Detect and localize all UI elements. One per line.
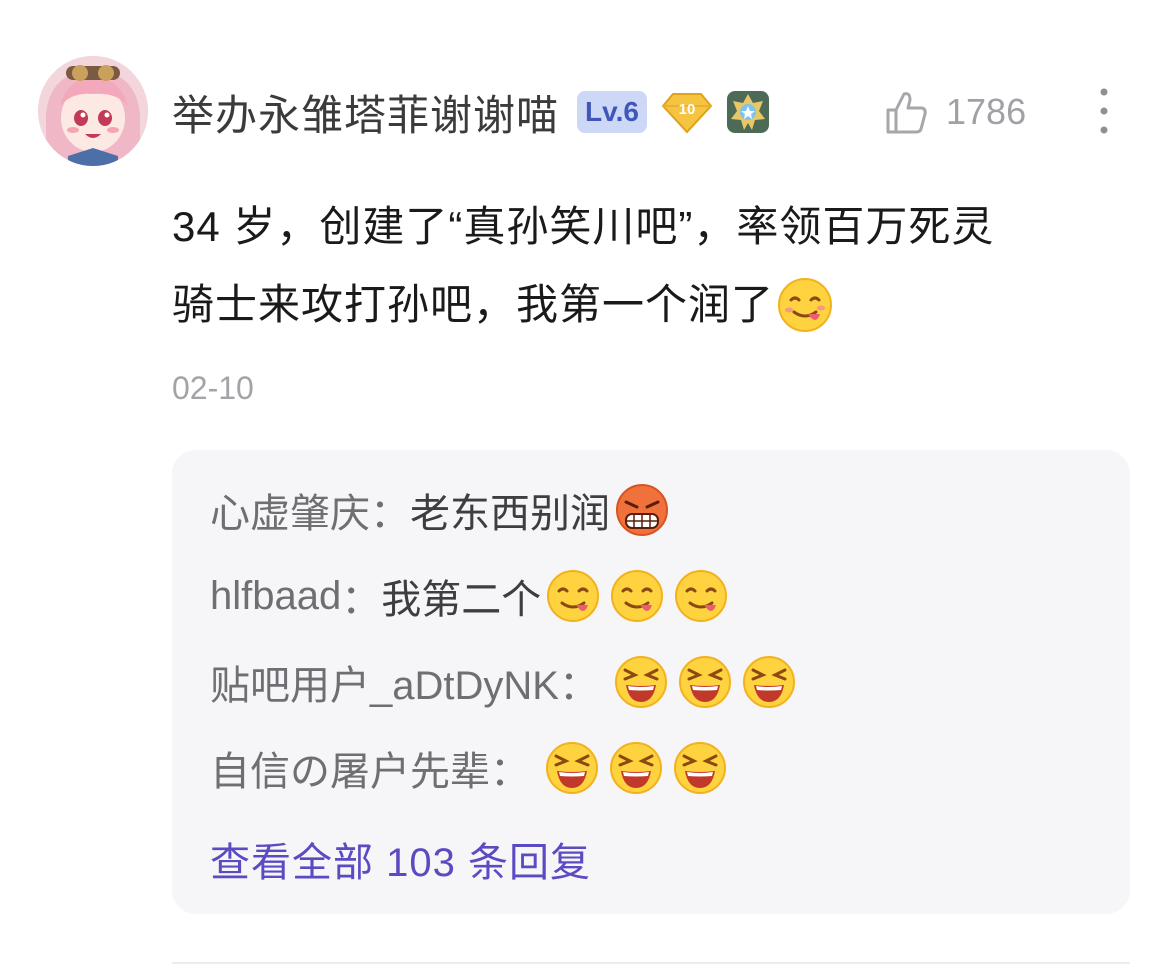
view-all-replies-link[interactable]: 查看全部 103 条回复 xyxy=(210,830,591,888)
reply-text: 我第二个 xyxy=(381,578,542,622)
reply-separator: ： xyxy=(341,578,382,622)
divider xyxy=(172,962,1130,964)
angry-face-icon xyxy=(616,484,668,536)
diamond-badge-label: 10 xyxy=(679,101,696,118)
reply-separator: ： xyxy=(558,664,599,708)
thumb-up-icon xyxy=(886,92,927,134)
laughing-face-icon xyxy=(546,742,726,794)
like-count: 1786 xyxy=(946,91,1027,132)
comment-header: 举办永雏塔菲谢谢喵 Lv.6 10 xyxy=(172,84,771,140)
comment-text: 34 岁，创建了“真孙笑川吧”，率领百万死灵 骑士来攻打孙吧，我第一个润了 xyxy=(172,188,1132,344)
yum-face-icon xyxy=(778,278,833,332)
comment-date: 02-10 xyxy=(172,370,254,406)
comment-text-line2: 骑士来攻打孙吧，我第一个润了 xyxy=(172,281,775,328)
comment-text-line1: 34 岁，创建了“真孙笑川吧”，率领百万死灵 xyxy=(172,203,995,250)
reply-text: 老东西别润 xyxy=(410,492,610,536)
replies-box[interactable]: 心虚肇庆 ： 老东西别润 hlfbaad ： 我第二个 贴吧用户_aDtDyNK… xyxy=(172,450,1130,914)
username[interactable]: 举办永雏塔菲谢谢喵 xyxy=(172,82,559,143)
diamond-badge-icon: 10 xyxy=(659,90,715,134)
vertical-dots-icon[interactable] xyxy=(1092,86,1116,136)
laughing-face-icon xyxy=(614,656,795,708)
reply-separator: ： xyxy=(370,492,410,536)
reply-user[interactable]: 贴吧用户_aDtDyNK xyxy=(210,653,559,711)
reply-separator: ： xyxy=(490,750,530,794)
reply-item[interactable]: 贴吧用户_aDtDyNK ： xyxy=(210,652,809,712)
reply-item[interactable]: 自信の屠户先辈 ： xyxy=(210,738,740,798)
like-button[interactable]: 1786 xyxy=(882,84,1026,140)
reply-user[interactable]: hlfbaad xyxy=(210,574,341,619)
reply-user[interactable]: 心虚肇庆 xyxy=(210,481,370,539)
reply-item[interactable]: hlfbaad ： 我第二个 xyxy=(210,566,731,626)
user-avatar[interactable] xyxy=(38,56,148,166)
reply-user[interactable]: 自信の屠户先辈 xyxy=(210,739,490,797)
yum-face-icon xyxy=(547,570,728,622)
reply-item[interactable]: 心虚肇庆 ： 老东西别润 xyxy=(210,480,670,540)
medal-badge-icon xyxy=(725,89,771,135)
level-badge: Lv.6 xyxy=(577,91,647,133)
